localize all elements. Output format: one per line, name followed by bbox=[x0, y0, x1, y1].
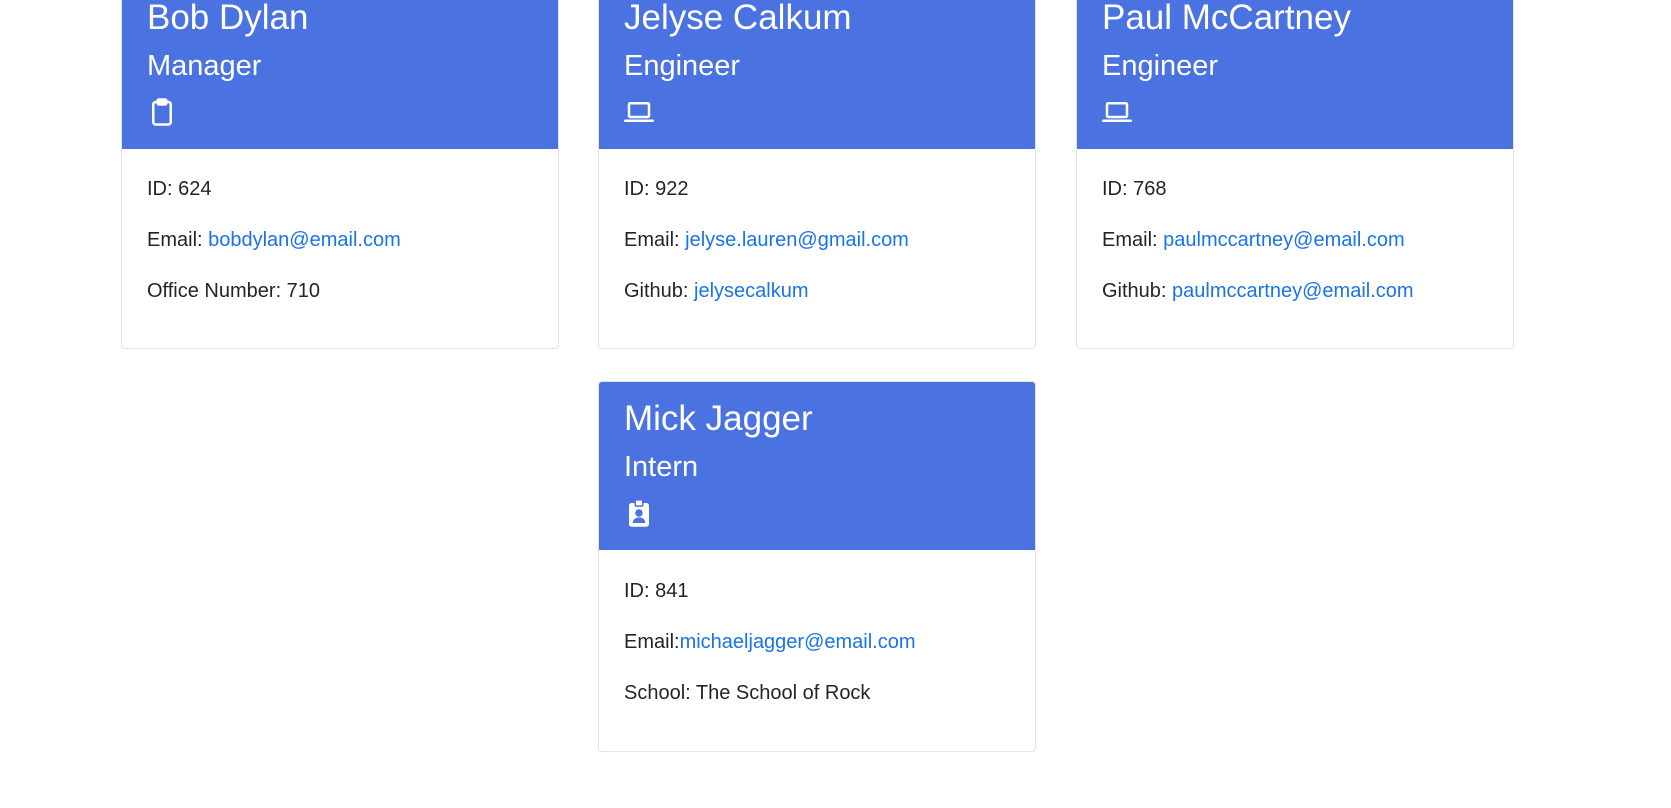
employee-email-row: Email: jelyse.lauren@gmail.com bbox=[624, 228, 1010, 252]
github-row: Github: paulmccartney@email.com bbox=[1102, 279, 1488, 303]
laptop-icon bbox=[624, 97, 654, 127]
email-label: Email: bbox=[624, 229, 686, 251]
github-link[interactable]: jelysecalkum bbox=[694, 280, 808, 302]
github-link[interactable]: paulmccartney@email.com bbox=[1172, 280, 1414, 302]
github-row: Github: jelysecalkum bbox=[624, 279, 1010, 303]
employee-card-manager: Bob Dylan Manager ID: 624 Email: bobdyla… bbox=[121, 0, 559, 349]
email-link[interactable]: paulmccartney@email.com bbox=[1163, 229, 1405, 251]
email-link[interactable]: michaeljagger@email.com bbox=[680, 631, 916, 653]
github-label: Github: bbox=[1102, 280, 1173, 302]
card-body: ID: 841 Email:michaeljagger@email.com Sc… bbox=[599, 550, 1035, 705]
employee-id: ID: 922 bbox=[624, 178, 689, 200]
employee-role: Engineer bbox=[624, 50, 741, 82]
card-body: ID: 624 Email: bobdylan@email.com Office… bbox=[122, 149, 558, 303]
id-badge-icon bbox=[624, 498, 654, 528]
school-row: School: The School of Rock bbox=[624, 682, 871, 704]
employee-email-row: Email: bobdylan@email.com bbox=[147, 228, 533, 252]
office-number: Office Number: 710 bbox=[147, 280, 321, 302]
employee-card-engineer: Paul McCartney Engineer ID: 768 Email: p… bbox=[1076, 0, 1514, 349]
card-body: ID: 922 Email: jelyse.lauren@gmail.com G… bbox=[599, 149, 1035, 303]
laptop-icon bbox=[1102, 97, 1132, 127]
employee-card-engineer: Jelyse Calkum Engineer ID: 922 Email: je… bbox=[598, 0, 1036, 349]
card-header: Paul McCartney Engineer bbox=[1077, 0, 1513, 149]
team-page: Bob Dylan Manager ID: 624 Email: bobdyla… bbox=[0, 0, 1671, 808]
card-header: Mick Jagger Intern bbox=[599, 382, 1035, 550]
email-link[interactable]: bobdylan@email.com bbox=[208, 229, 401, 251]
employee-id: ID: 768 bbox=[1102, 178, 1167, 200]
clipboard-icon bbox=[147, 97, 177, 127]
employee-name: Bob Dylan bbox=[147, 0, 309, 37]
email-link[interactable]: jelyse.lauren@gmail.com bbox=[685, 229, 909, 251]
email-label: Email: bbox=[1102, 229, 1164, 251]
employee-role: Engineer bbox=[1102, 50, 1219, 82]
employee-role: Intern bbox=[624, 451, 699, 483]
employee-card-intern: Mick Jagger Intern ID: 841 Email:michael… bbox=[598, 381, 1036, 752]
employee-email-row: Email: paulmccartney@email.com bbox=[1102, 228, 1488, 252]
github-label: Github: bbox=[624, 280, 695, 302]
employee-name: Paul McCartney bbox=[1102, 0, 1351, 37]
email-label: Email: bbox=[624, 631, 680, 653]
employee-name: Mick Jagger bbox=[624, 399, 813, 438]
card-header: Jelyse Calkum Engineer bbox=[599, 0, 1035, 149]
employee-name: Jelyse Calkum bbox=[624, 0, 852, 37]
email-label: Email: bbox=[147, 229, 209, 251]
card-header: Bob Dylan Manager bbox=[122, 0, 558, 149]
employee-id: ID: 624 bbox=[147, 178, 212, 200]
employee-id: ID: 841 bbox=[624, 580, 689, 602]
employee-email-row: Email:michaeljagger@email.com bbox=[624, 630, 1010, 654]
employee-role: Manager bbox=[147, 50, 262, 82]
card-body: ID: 768 Email: paulmccartney@email.com G… bbox=[1077, 149, 1513, 303]
